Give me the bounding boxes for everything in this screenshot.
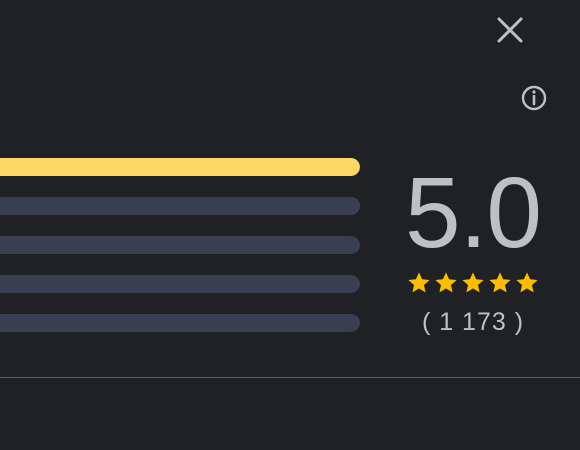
- star-icon: [489, 272, 511, 293]
- info-icon: [521, 85, 547, 111]
- star-icon: [408, 272, 430, 293]
- close-icon: [497, 17, 523, 43]
- info-button[interactable]: [518, 82, 550, 114]
- rating-bar-5-stars[interactable]: [0, 158, 362, 176]
- rating-bar-2-stars[interactable]: [0, 275, 362, 293]
- bar-track: [0, 236, 360, 254]
- rating-summary: 5.0 ( 1 173 ): [388, 158, 558, 337]
- star-icon: [462, 272, 484, 293]
- review-count: ( 1 173 ): [421, 308, 525, 336]
- bar-track: [0, 314, 360, 332]
- bar-track: [0, 197, 360, 215]
- bar-fill: [0, 158, 360, 176]
- bar-track: [0, 158, 360, 176]
- average-score: 5.0: [404, 157, 542, 269]
- rating-bar-3-stars[interactable]: [0, 236, 362, 254]
- close-button[interactable]: [492, 12, 528, 48]
- rating-distribution: [0, 158, 362, 353]
- rating-bar-1-stars[interactable]: [0, 314, 362, 332]
- star-icon: [516, 272, 538, 293]
- bar-track: [0, 275, 360, 293]
- star-icon: [435, 272, 457, 293]
- divider: [0, 377, 580, 378]
- star-rating: [388, 270, 558, 300]
- rating-bar-4-stars[interactable]: [0, 197, 362, 215]
